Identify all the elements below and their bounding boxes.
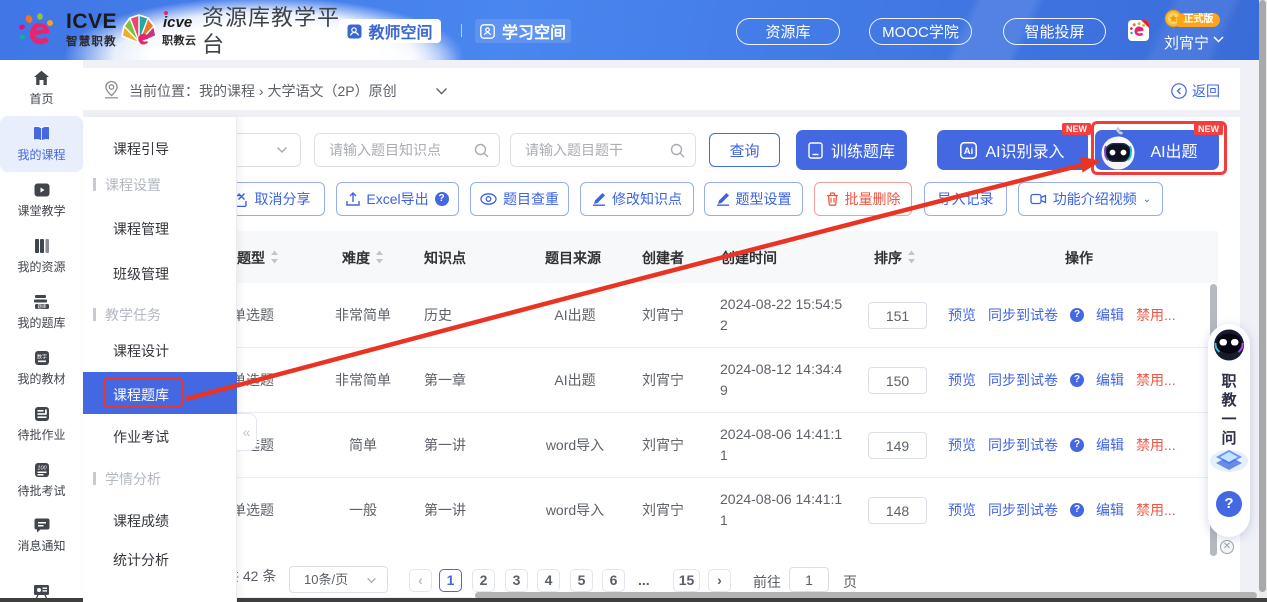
svg-text:100: 100 <box>37 465 47 471</box>
svg-text:Ai: Ai <box>964 146 974 157</box>
svg-text:题库: 题库 <box>38 303 47 310</box>
svg-text:数字: 数字 <box>36 353 46 360</box>
